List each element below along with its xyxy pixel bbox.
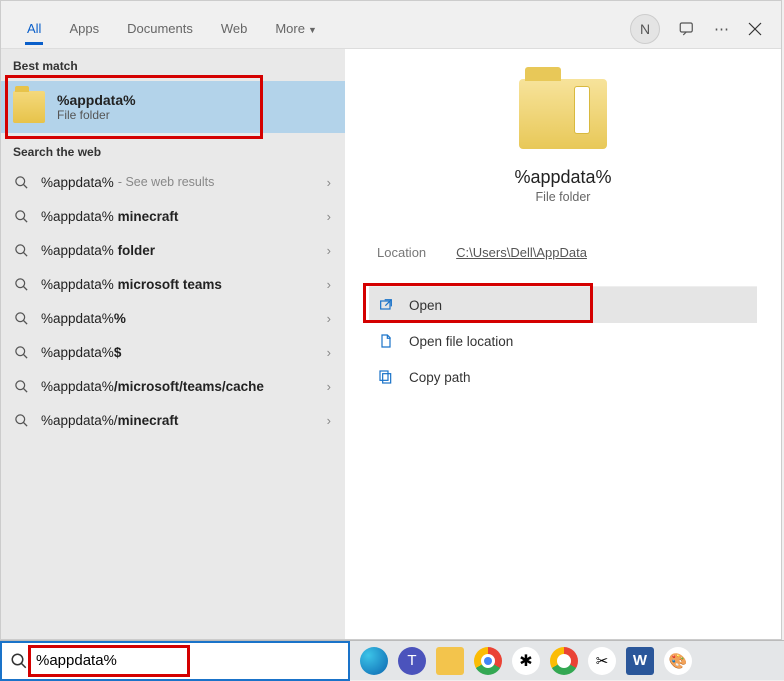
best-match-subtitle: File folder bbox=[57, 108, 136, 122]
chevron-right-icon: › bbox=[327, 209, 331, 224]
location-label: Location bbox=[377, 245, 426, 260]
web-result-item[interactable]: %appdata%/microsoft/teams/cache › bbox=[1, 369, 345, 403]
feedback-icon[interactable] bbox=[678, 20, 696, 38]
web-result-text: %appdata%% bbox=[41, 311, 126, 326]
close-icon[interactable] bbox=[747, 21, 763, 37]
copy-icon bbox=[377, 368, 395, 386]
chevron-right-icon: › bbox=[327, 413, 331, 428]
web-results-list: %appdata% - See web results›%appdata% mi… bbox=[1, 165, 345, 437]
app-paint[interactable]: 🎨 bbox=[664, 647, 692, 675]
tabs-bar: All Apps Documents Web More▼ N ⋯ bbox=[1, 1, 781, 49]
section-best-match: Best match bbox=[1, 49, 345, 79]
search-icon bbox=[13, 412, 29, 428]
chevron-right-icon: › bbox=[327, 379, 331, 394]
preview-panel: %appdata% File folder Location C:\Users\… bbox=[345, 49, 781, 639]
taskbar-apps: T ✱ ✂ W 🎨 bbox=[350, 647, 692, 675]
web-result-text: %appdata% microsoft teams bbox=[41, 277, 222, 292]
search-icon bbox=[13, 242, 29, 258]
preview-actions: Open Open file location Copy path bbox=[369, 286, 757, 395]
tab-documents[interactable]: Documents bbox=[113, 13, 207, 44]
app-snip[interactable]: ✂ bbox=[588, 647, 616, 675]
taskbar: T ✱ ✂ W 🎨 bbox=[0, 640, 784, 680]
open-icon bbox=[377, 296, 395, 314]
app-edge[interactable] bbox=[360, 647, 388, 675]
web-result-text: %appdata% folder bbox=[41, 243, 155, 258]
app-slack[interactable]: ✱ bbox=[512, 647, 540, 675]
action-open-location[interactable]: Open file location bbox=[369, 323, 757, 359]
action-open-location-label: Open file location bbox=[409, 334, 513, 349]
web-result-item[interactable]: %appdata%$ › bbox=[1, 335, 345, 369]
folder-large-icon bbox=[519, 79, 607, 149]
chevron-right-icon: › bbox=[327, 345, 331, 360]
highlight-box bbox=[363, 283, 593, 323]
web-result-text: %appdata%$ bbox=[41, 345, 121, 360]
search-icon bbox=[13, 378, 29, 394]
web-result-text: %appdata%/microsoft/teams/cache bbox=[41, 379, 264, 394]
web-result-item[interactable]: %appdata% minecraft › bbox=[1, 199, 345, 233]
chevron-right-icon: › bbox=[327, 243, 331, 258]
web-result-item[interactable]: %appdata%% › bbox=[1, 301, 345, 335]
best-match-item[interactable]: %appdata% File folder bbox=[1, 81, 345, 133]
taskbar-search[interactable] bbox=[0, 641, 350, 681]
section-search-web: Search the web bbox=[1, 135, 345, 165]
action-copy-path-label: Copy path bbox=[409, 370, 471, 385]
app-teams[interactable]: T bbox=[398, 647, 426, 675]
tab-more[interactable]: More▼ bbox=[261, 13, 331, 44]
web-result-item[interactable]: %appdata%/minecraft › bbox=[1, 403, 345, 437]
web-result-item[interactable]: %appdata% - See web results › bbox=[1, 165, 345, 199]
app-chrome[interactable] bbox=[474, 647, 502, 675]
web-result-item[interactable]: %appdata% microsoft teams › bbox=[1, 267, 345, 301]
app-chrome-2[interactable] bbox=[550, 647, 578, 675]
chevron-right-icon: › bbox=[327, 175, 331, 190]
preview-title: %appdata% bbox=[514, 167, 611, 188]
chevron-right-icon: › bbox=[327, 277, 331, 292]
user-avatar[interactable]: N bbox=[630, 14, 660, 44]
tab-apps[interactable]: Apps bbox=[55, 13, 113, 44]
results-panel: Best match %appdata% File folder Search … bbox=[1, 49, 345, 639]
preview-meta: Location C:\Users\Dell\AppData bbox=[369, 234, 757, 286]
search-icon bbox=[13, 344, 29, 360]
app-word[interactable]: W bbox=[626, 647, 654, 675]
web-result-hint: - See web results bbox=[118, 175, 215, 189]
tab-web[interactable]: Web bbox=[207, 13, 262, 44]
web-result-text: %appdata%/minecraft bbox=[41, 413, 178, 428]
folder-icon bbox=[13, 91, 45, 123]
web-result-text: %appdata% bbox=[41, 175, 114, 190]
tab-all[interactable]: All bbox=[13, 13, 55, 44]
search-icon bbox=[13, 310, 29, 326]
web-result-text: %appdata% minecraft bbox=[41, 209, 178, 224]
search-icon bbox=[13, 174, 29, 190]
search-input[interactable] bbox=[36, 652, 340, 669]
search-window: All Apps Documents Web More▼ N ⋯ Best ma… bbox=[0, 0, 782, 640]
action-open[interactable]: Open bbox=[369, 287, 757, 323]
best-match-title: %appdata% bbox=[57, 92, 136, 108]
chevron-right-icon: › bbox=[327, 311, 331, 326]
chevron-down-icon: ▼ bbox=[308, 25, 317, 35]
search-icon bbox=[10, 652, 28, 670]
preview-subtitle: File folder bbox=[536, 190, 591, 204]
action-copy-path[interactable]: Copy path bbox=[369, 359, 757, 395]
search-icon bbox=[13, 276, 29, 292]
search-icon bbox=[13, 208, 29, 224]
file-location-icon bbox=[377, 332, 395, 350]
action-open-label: Open bbox=[409, 298, 442, 313]
app-explorer[interactable] bbox=[436, 647, 464, 675]
web-result-item[interactable]: %appdata% folder › bbox=[1, 233, 345, 267]
location-path-link[interactable]: C:\Users\Dell\AppData bbox=[456, 245, 587, 260]
more-icon[interactable]: ⋯ bbox=[714, 20, 729, 38]
